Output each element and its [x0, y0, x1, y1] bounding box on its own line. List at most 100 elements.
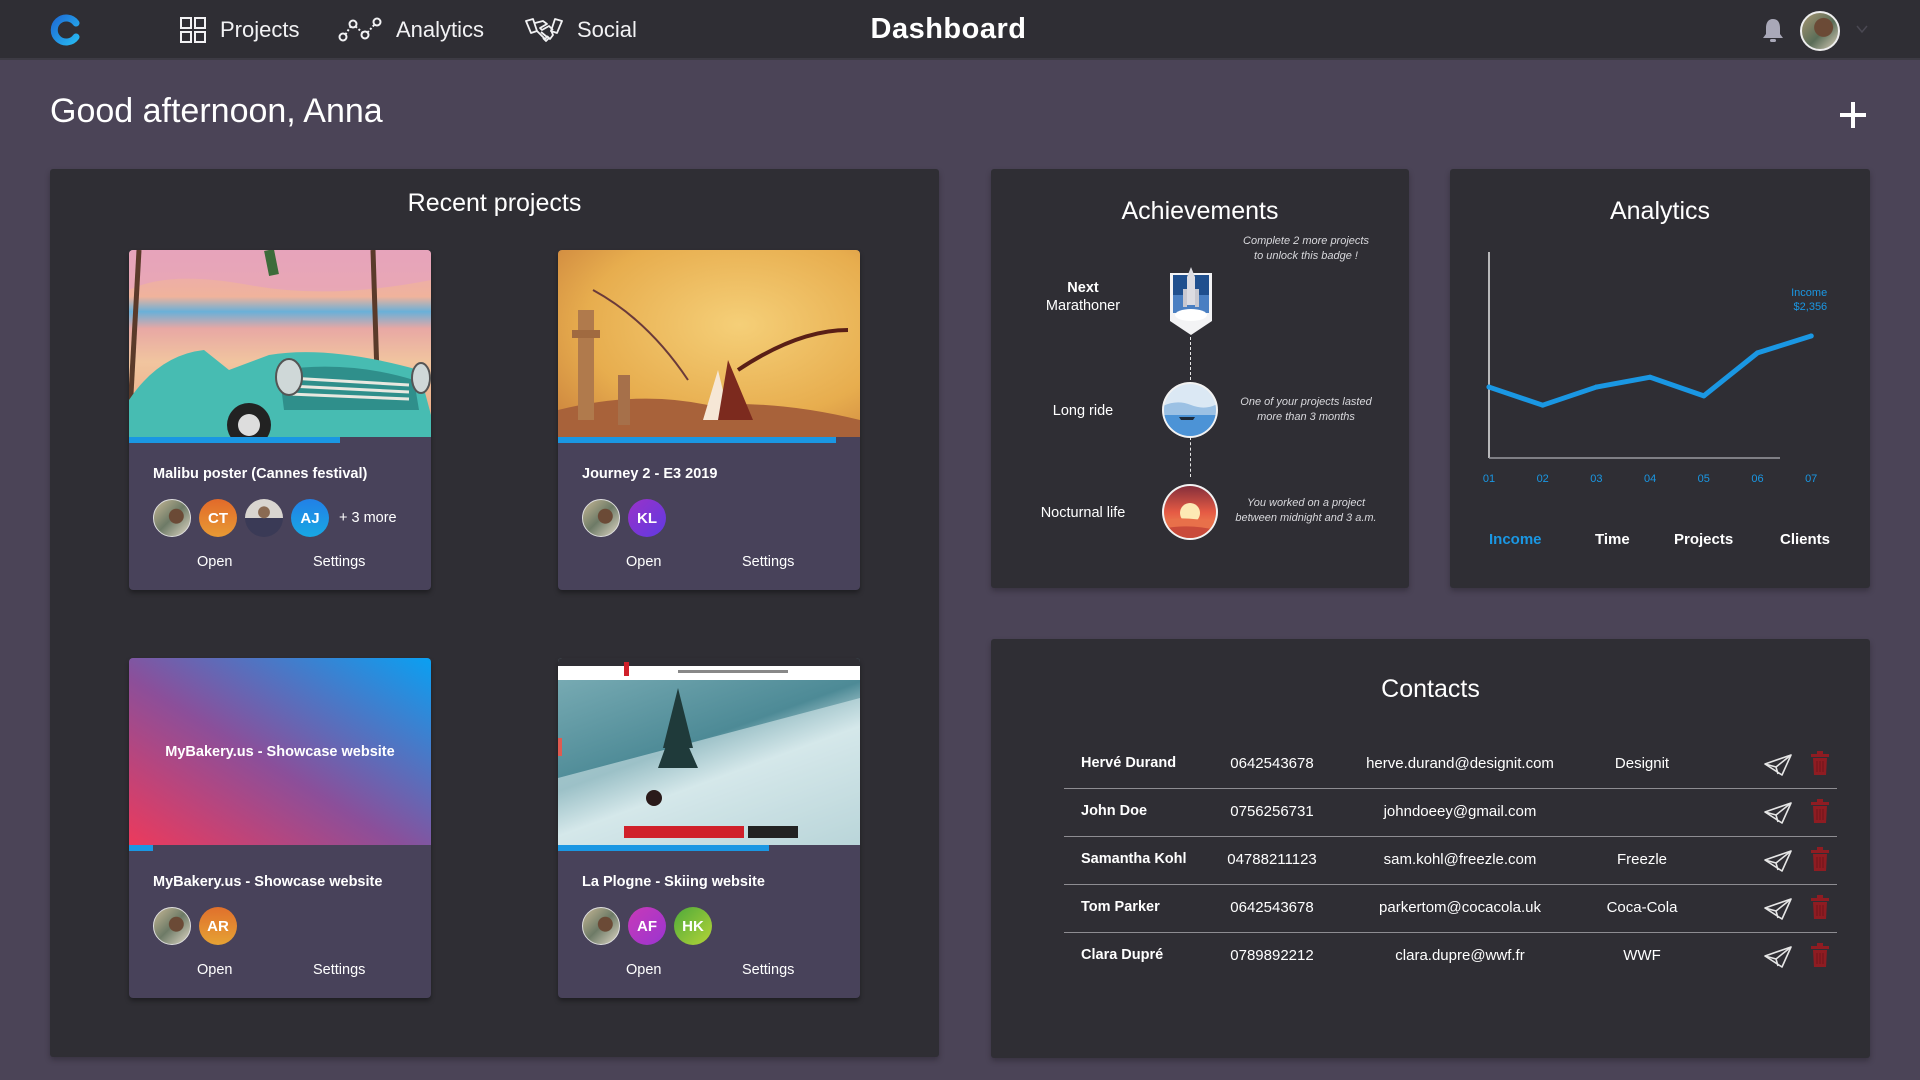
income-series-line	[1486, 333, 1814, 408]
data-point[interactable]	[1647, 374, 1653, 380]
member-avatar[interactable]: CT	[199, 499, 237, 537]
top-nav-bar: Projects Analytics Social Dashboard	[0, 0, 1920, 60]
achievement-label: Next Marathoner	[1018, 279, 1148, 315]
project-thumbnail[interactable]: MyBakery.us - Showcase website	[129, 658, 431, 845]
x-tick-label: 05	[1698, 473, 1710, 485]
contact-row: Hervé Durand 0642543678 herve.durand@desig…	[1064, 741, 1837, 789]
trash-icon[interactable]	[1811, 943, 1829, 967]
data-point[interactable]	[1808, 333, 1814, 339]
paper-plane-icon[interactable]	[1764, 849, 1792, 873]
data-point[interactable]	[1755, 350, 1760, 356]
open-button[interactable]: Open	[197, 962, 232, 978]
achievement-description-line: between midnight and 3 a.m.	[1235, 512, 1377, 524]
tab-time[interactable]: Time	[1595, 531, 1630, 548]
project-thumbnail[interactable]	[558, 250, 860, 437]
more-members-link[interactable]: + 3 more	[339, 510, 397, 526]
contact-email-link[interactable]: sam.kohl@freezle.com	[1384, 851, 1537, 868]
achievement-label-line: Next	[1067, 280, 1099, 296]
member-avatar[interactable]: HK	[674, 907, 712, 945]
trash-icon[interactable]	[1811, 847, 1829, 871]
contact-name: Hervé Durand	[1081, 755, 1177, 771]
settings-button[interactable]: Settings	[313, 962, 365, 978]
contact-name: Samantha Kohl	[1081, 851, 1187, 867]
open-button[interactable]: Open	[626, 962, 661, 978]
contact-row: Clara Dupré 0789892212 clara.dupre@wwf.fr W…	[1064, 933, 1837, 981]
settings-button[interactable]: Settings	[313, 554, 365, 570]
project-thumbnail[interactable]	[558, 658, 860, 845]
member-avatar[interactable]: KL	[628, 499, 666, 537]
contacts-title: Contacts	[1381, 675, 1480, 703]
project-name: Journey 2 - E3 2019	[582, 466, 718, 482]
project-thumbnail[interactable]	[129, 250, 431, 437]
member-avatar[interactable]: AJ	[291, 499, 329, 537]
trash-icon[interactable]	[1811, 799, 1829, 823]
sunset-badge-icon[interactable]	[1161, 483, 1219, 541]
timeline-connector	[1190, 337, 1191, 385]
tab-projects[interactable]: Projects	[1674, 531, 1733, 548]
tab-clients[interactable]: Clients	[1780, 531, 1830, 548]
chevron-down-icon[interactable]	[1855, 22, 1869, 36]
x-tick-label: 02	[1537, 473, 1549, 485]
member-avatar[interactable]	[245, 499, 283, 537]
project-name: Malibu poster (Cannes festival)	[153, 466, 368, 482]
contact-name: John Doe	[1081, 803, 1148, 819]
user-avatar[interactable]	[1800, 11, 1840, 51]
data-point[interactable]	[1540, 402, 1546, 408]
paper-plane-icon[interactable]	[1764, 801, 1792, 825]
recent-projects-title: Recent projects	[407, 189, 582, 217]
achievement-label: Nocturnal life	[1018, 504, 1148, 522]
trash-icon[interactable]	[1811, 751, 1829, 775]
member-avatar[interactable]	[153, 499, 191, 537]
project-card: Journey 2 - E3 2019 KL Open Settings	[558, 250, 860, 590]
paper-plane-icon[interactable]	[1764, 753, 1792, 777]
boat-sea-badge-icon[interactable]	[1161, 381, 1219, 439]
chart-annotation-label: Income	[1791, 287, 1827, 299]
settings-button[interactable]: Settings	[742, 554, 794, 570]
analytics-panel: Analytics 01 02 03 04 05 06 07 Income $2,356 I…	[1450, 169, 1870, 588]
contact-phone-text: 0642543678	[1230, 899, 1314, 916]
contacts-panel: Contacts Hervé Durand 0642543678 herve.dur…	[991, 639, 1870, 1058]
tab-income[interactable]: Income	[1489, 531, 1542, 548]
ski-website-screenshot	[558, 658, 860, 845]
member-avatar[interactable]	[582, 907, 620, 945]
timeline-connector	[1190, 437, 1191, 477]
settings-button[interactable]: Settings	[742, 962, 794, 978]
open-button[interactable]: Open	[197, 554, 232, 570]
paper-plane-icon[interactable]	[1764, 945, 1792, 969]
paper-plane-icon[interactable]	[1764, 897, 1792, 921]
project-name: La Plogne - Skiing website	[582, 874, 765, 890]
achievement-description-line: Complete 2 more projects	[1243, 235, 1369, 247]
contact-email-link[interactable]: johndoeey@gmail.com	[1384, 803, 1537, 820]
plus-icon[interactable]	[1838, 100, 1868, 130]
data-point[interactable]	[1486, 384, 1492, 390]
contact-name: Tom Parker	[1081, 899, 1160, 915]
member-avatar[interactable]: AR	[199, 907, 237, 945]
member-avatar[interactable]	[153, 907, 191, 945]
data-point[interactable]	[1701, 393, 1707, 399]
chart-annotation-value: $2,356	[1794, 301, 1828, 313]
member-avatar[interactable]: AF	[628, 907, 666, 945]
member-avatar[interactable]	[582, 499, 620, 537]
greeting-heading: Good afternoon, Anna	[50, 92, 383, 130]
rocket-badge-icon[interactable]	[1169, 265, 1213, 337]
achievement-description-line: to unlock this badge !	[1254, 250, 1358, 262]
contact-email-link[interactable]: clara.dupre@wwf.fr	[1395, 947, 1524, 964]
journey-illustration	[558, 289, 860, 437]
project-card: Malibu poster (Cannes festival) CT AJ + …	[129, 250, 431, 590]
data-point[interactable]	[1593, 384, 1599, 390]
project-card: MyBakery.us - Showcase website MyBakery.…	[129, 658, 431, 998]
trash-icon[interactable]	[1811, 895, 1829, 919]
contact-phone-text: 0756256731	[1230, 803, 1314, 820]
contact-name: Clara Dupré	[1081, 947, 1164, 963]
contact-phone-text: 04788211123	[1227, 851, 1317, 868]
contact-company-text: WWF	[1623, 947, 1661, 964]
achievement-label: Long ride	[1018, 402, 1148, 420]
contact-row: John Doe 0756256731 johndoeey@gmail.com	[1064, 789, 1837, 837]
contact-company-text: Designit	[1614, 755, 1670, 772]
open-button[interactable]: Open	[626, 554, 661, 570]
contact-email-link[interactable]: parkertom@cocacola.uk	[1379, 899, 1541, 916]
contact-company-text: Coca-Cola	[1606, 899, 1678, 916]
bell-icon[interactable]	[1762, 17, 1784, 43]
contact-email-link[interactable]: herve.durand@designit.com	[1366, 755, 1554, 772]
contact-row: Samantha Kohl 04788211123 sam.kohl@freezle…	[1064, 837, 1837, 885]
